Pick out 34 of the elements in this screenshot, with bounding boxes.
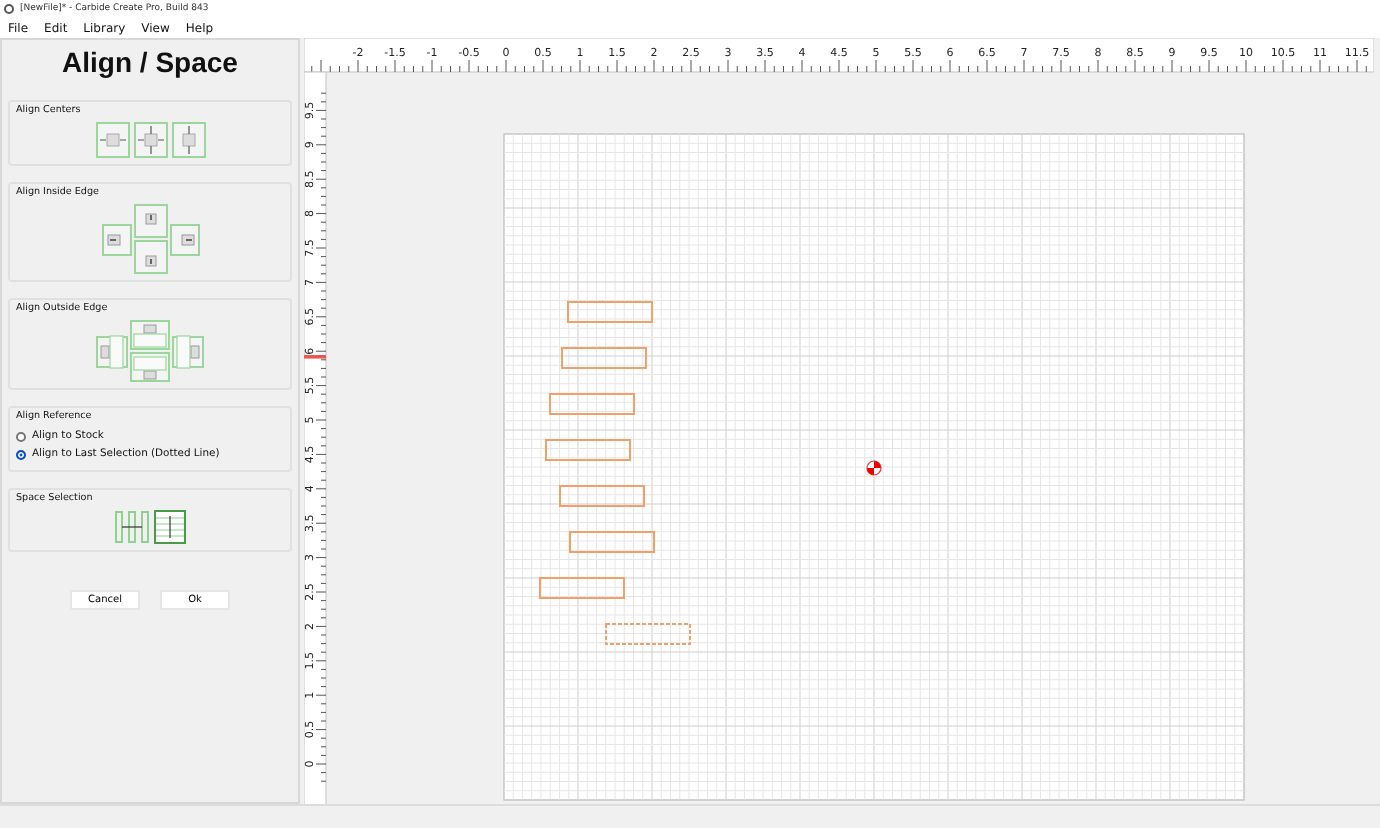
- align-center-icon: [135, 124, 165, 156]
- space-vertical-button[interactable]: [154, 510, 186, 544]
- rectangle-shape: [569, 531, 655, 553]
- rectangle-shape: [539, 577, 625, 599]
- align-left-of-button[interactable]: [96, 335, 128, 367]
- space-horizontal-icon: [114, 510, 150, 544]
- rectangle-shape: [559, 485, 645, 507]
- align-top-button[interactable]: [133, 204, 167, 238]
- rectangle-shape: [605, 623, 691, 645]
- align-right-button[interactable]: [169, 223, 199, 255]
- radio-button[interactable]: [16, 431, 26, 441]
- align-left-of-icon: [100, 333, 124, 369]
- rectangle-shape: [545, 439, 631, 461]
- align-center-button[interactable]: [95, 122, 129, 158]
- align-below-icon: [132, 355, 168, 379]
- cursor-marker: [304, 355, 326, 359]
- align-above-button[interactable]: [130, 320, 170, 350]
- radio-button[interactable]: [16, 449, 26, 459]
- origin-marker-icon: [866, 460, 882, 476]
- space-vertical-icon: [154, 510, 186, 544]
- align-below-button[interactable]: [130, 352, 170, 382]
- align-center-button[interactable]: [171, 122, 205, 158]
- app-icon: [4, 4, 14, 14]
- align-bottom-button[interactable]: [133, 240, 167, 274]
- align-center-button[interactable]: [133, 122, 167, 158]
- align-right-of-icon: [176, 333, 200, 369]
- rectangle-shape: [567, 301, 653, 323]
- panel-title: Align / Space: [60, 46, 240, 78]
- rectangle-shape: [549, 393, 635, 415]
- align-above-icon: [132, 323, 168, 347]
- align-right-of-button[interactable]: [172, 335, 204, 367]
- rectangle-shape: [561, 347, 647, 369]
- space-horizontal-button[interactable]: [114, 510, 150, 544]
- align-left-button[interactable]: [101, 223, 131, 255]
